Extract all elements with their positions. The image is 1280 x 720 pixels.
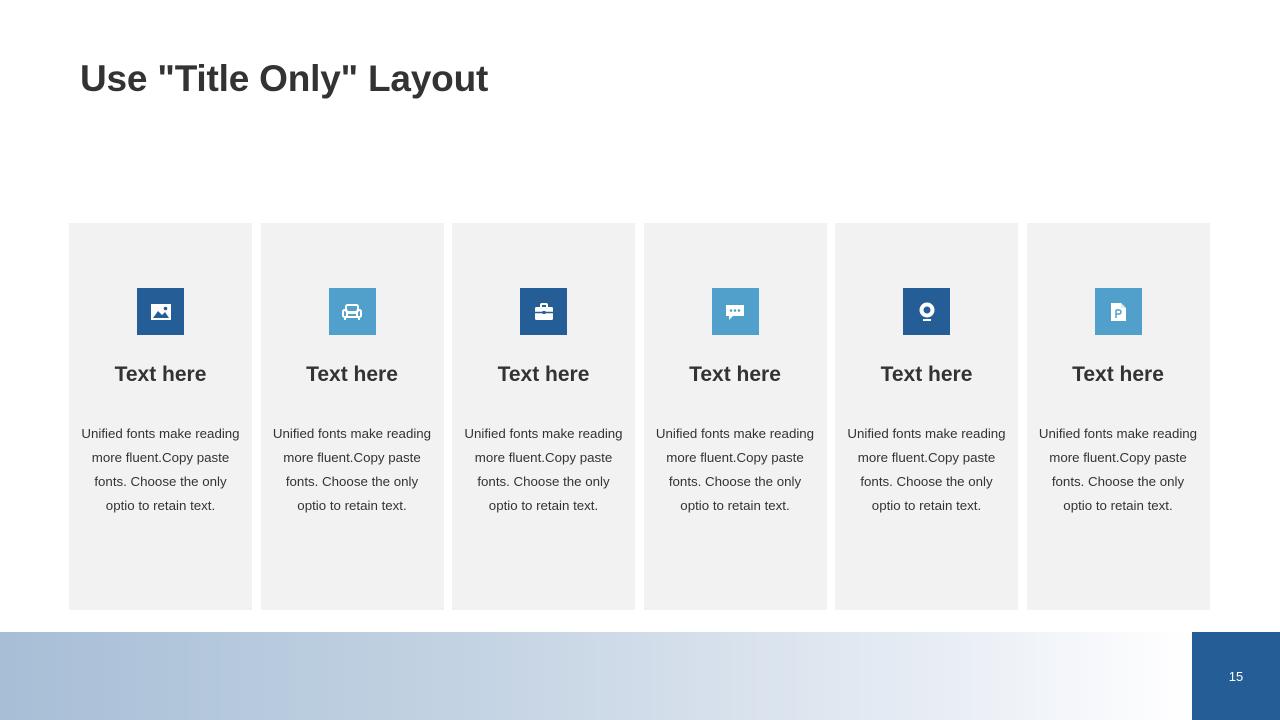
sofa-icon bbox=[342, 303, 362, 320]
card-5: Text here Unified fonts make reading mor… bbox=[835, 223, 1018, 610]
card-5-body: Unified fonts make reading more fluent.C… bbox=[845, 422, 1008, 518]
card-1-icon-tile bbox=[137, 288, 184, 335]
chat-bubble-icon bbox=[726, 304, 744, 320]
card-2-line: fonts. Choose the only bbox=[285, 474, 419, 489]
card-4-heading: Text here bbox=[689, 363, 781, 386]
card-5-heading: Text here bbox=[880, 363, 973, 386]
footer-gradient-bar bbox=[0, 632, 1192, 720]
card-2-icon-tile bbox=[328, 288, 376, 335]
card-2-line: more fluent.Copy paste bbox=[283, 450, 421, 465]
page-number: 15 bbox=[1228, 668, 1244, 684]
card-3-heading: Text here bbox=[497, 363, 590, 386]
card-1-body: Unified fonts make reading more fluent.C… bbox=[79, 422, 242, 518]
card-5-line: fonts. Choose the only bbox=[860, 474, 993, 489]
card-6-icon-tile bbox=[1094, 288, 1142, 335]
card-2: Text here Unified fonts make reading mor… bbox=[260, 223, 444, 610]
card-6: Text here Unified fonts make reading mor… bbox=[1026, 223, 1210, 610]
powerpoint-file-icon bbox=[1111, 302, 1126, 321]
card-6-line: fonts. Choose the only bbox=[1051, 474, 1185, 489]
card-4-line: fonts. Choose the only bbox=[668, 474, 802, 489]
card-4-body: Unified fonts make reading more fluent.C… bbox=[654, 422, 817, 518]
card-6-heading: Text here bbox=[1072, 363, 1164, 386]
card-4: Text here Unified fonts make reading mor… bbox=[643, 223, 827, 610]
card-5-line: optio to retain text. bbox=[871, 498, 982, 513]
briefcase-icon bbox=[534, 302, 553, 320]
card-3-line: more fluent.Copy paste bbox=[474, 450, 613, 465]
image-icon bbox=[150, 303, 171, 320]
card-3-line: optio to retain text. bbox=[488, 498, 599, 513]
card-4-line: optio to retain text. bbox=[680, 498, 790, 513]
card-1-heading: Text here bbox=[114, 363, 207, 386]
card-1-line: fonts. Choose the only bbox=[94, 474, 227, 489]
card-1: Text here Unified fonts make reading mor… bbox=[69, 223, 252, 610]
card-6-line: more fluent.Copy paste bbox=[1049, 450, 1187, 465]
card-6-body: Unified fonts make reading more fluent.C… bbox=[1037, 422, 1200, 518]
card-1-line: more fluent.Copy paste bbox=[91, 450, 230, 465]
slide: Use "Title Only" Layout Text here Unifie… bbox=[0, 0, 1280, 720]
card-2-line: optio to retain text. bbox=[297, 498, 407, 513]
card-2-body: Unified fonts make reading more fluent.C… bbox=[271, 422, 434, 518]
card-2-heading: Text here bbox=[306, 363, 398, 386]
card-3: Text here Unified fonts make reading mor… bbox=[452, 223, 635, 610]
card-5-line: more fluent.Copy paste bbox=[857, 450, 996, 465]
card-4-line: more fluent.Copy paste bbox=[666, 450, 804, 465]
slide-title: Use "Title Only" Layout bbox=[80, 58, 489, 99]
card-6-line: optio to retain text. bbox=[1063, 498, 1173, 513]
card-3-icon-tile bbox=[520, 288, 567, 335]
card-3-line: Unified fonts make reading bbox=[464, 426, 623, 441]
card-5-line: Unified fonts make reading bbox=[847, 426, 1006, 441]
card-1-line: optio to retain text. bbox=[105, 498, 216, 513]
card-1-line: Unified fonts make reading bbox=[81, 426, 240, 441]
webcam-icon bbox=[919, 302, 934, 321]
page-number-box: 15 bbox=[1192, 632, 1280, 720]
card-row: Text here Unified fonts make reading mor… bbox=[69, 223, 1210, 610]
card-3-body: Unified fonts make reading more fluent.C… bbox=[462, 422, 625, 518]
card-4-line: Unified fonts make reading bbox=[655, 426, 815, 441]
card-6-line: Unified fonts make reading bbox=[1038, 426, 1198, 441]
card-2-line: Unified fonts make reading bbox=[272, 426, 432, 441]
card-5-icon-tile bbox=[903, 288, 950, 335]
card-3-line: fonts. Choose the only bbox=[477, 474, 610, 489]
card-4-icon-tile bbox=[711, 288, 759, 335]
